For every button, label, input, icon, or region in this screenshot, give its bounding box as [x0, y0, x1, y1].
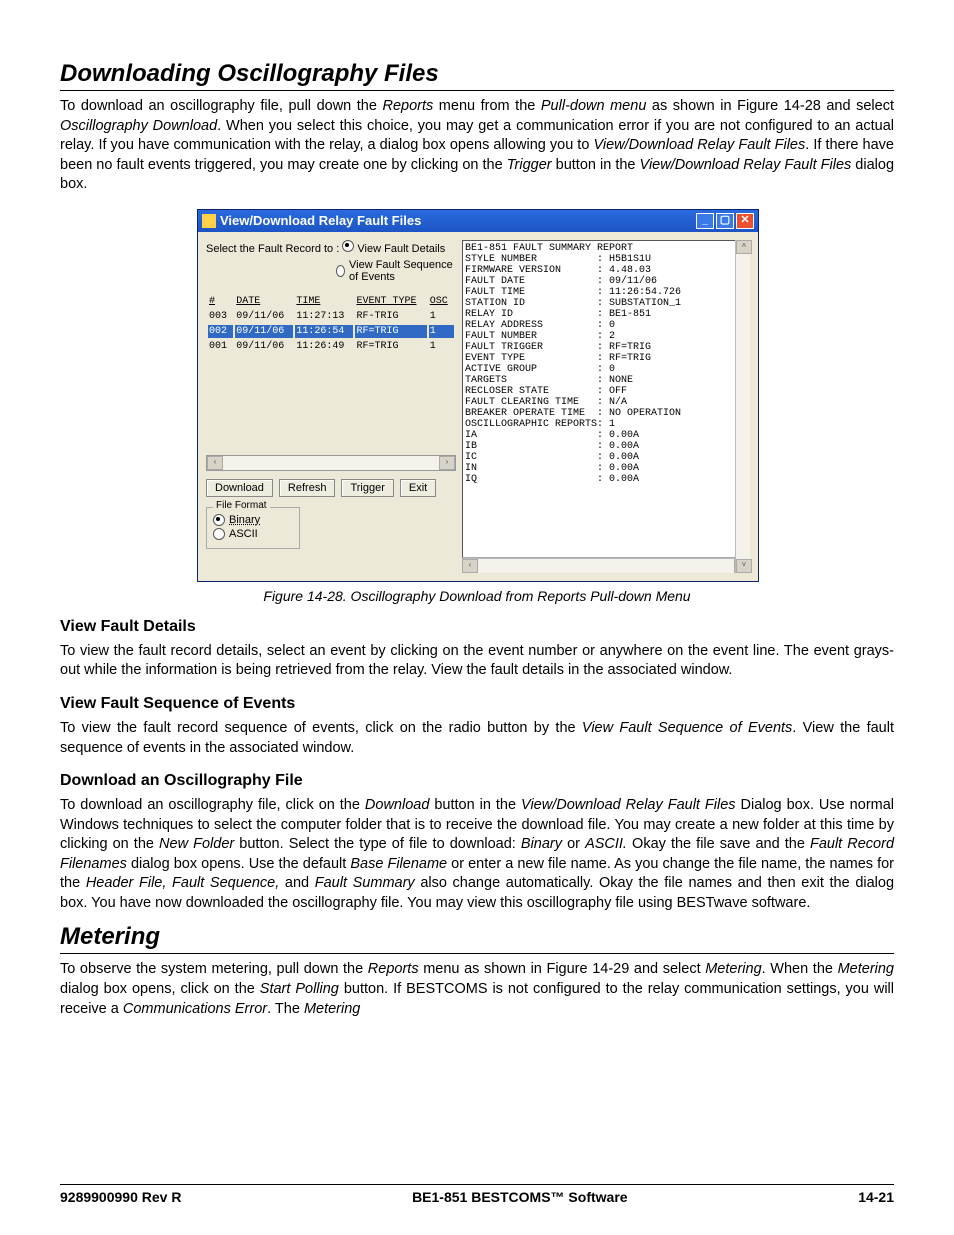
left-hscrollbar[interactable]: ‹ ›: [206, 455, 456, 471]
radio-view-details[interactable]: [342, 240, 354, 252]
app-icon: [202, 214, 216, 228]
subhead-view-fault-details: View Fault Details: [60, 618, 894, 636]
footer-left: 9289900990 Rev R: [60, 1189, 181, 1205]
subhead-view-fault-sequence: View Fault Sequence of Events: [60, 695, 894, 713]
select-record-label: Select the Fault Record to :: [206, 243, 339, 255]
scroll-up-icon[interactable]: ˄: [736, 240, 752, 254]
scroll-right-icon[interactable]: ›: [439, 456, 455, 470]
radio-ascii-label: ASCII: [229, 528, 258, 540]
col-num: #: [208, 295, 233, 308]
window-title: View/Download Relay Fault Files: [220, 213, 421, 228]
figure-caption: Figure 14-28. Oscillography Download fro…: [197, 588, 757, 604]
subhead-download-osc-file: Download an Oscillography File: [60, 772, 894, 790]
trigger-button[interactable]: Trigger: [341, 479, 393, 497]
heading-metering: Metering: [60, 923, 894, 954]
radio-view-sequence[interactable]: [336, 265, 345, 277]
refresh-button[interactable]: Refresh: [279, 479, 336, 497]
radio-ascii[interactable]: [213, 528, 225, 540]
titlebar: View/Download Relay Fault Files _ ▢ ✕: [198, 210, 758, 232]
exit-button[interactable]: Exit: [400, 479, 436, 497]
dof-paragraph: To download an oscillography file, click…: [60, 796, 894, 913]
close-button[interactable]: ✕: [736, 213, 754, 229]
vfd-paragraph: To view the fault record details, select…: [60, 642, 894, 681]
radio-view-details-label: View Fault Details: [357, 243, 445, 255]
table-row[interactable]: 00309/11/0611:27:13RF-TRIG1: [208, 310, 454, 323]
right-hscrollbar[interactable]: ‹ ›: [462, 558, 750, 573]
col-event: EVENT TYPE: [355, 295, 426, 308]
scroll-left-icon[interactable]: ‹: [207, 456, 223, 470]
col-date: DATE: [235, 295, 293, 308]
metering-paragraph: To observe the system metering, pull dow…: [60, 960, 894, 1019]
file-format-legend: File Format: [213, 500, 270, 511]
scroll-left-icon[interactable]: ‹: [462, 559, 478, 573]
dialog-window: View/Download Relay Fault Files _ ▢ ✕ Se…: [197, 209, 759, 582]
figure-14-28: View/Download Relay Fault Files _ ▢ ✕ Se…: [197, 209, 757, 604]
file-format-group: File Format Binary ASCII: [206, 507, 300, 549]
table-row[interactable]: 00109/11/0611:26:49RF=TRIG1: [208, 340, 454, 353]
scroll-down-icon[interactable]: ˅: [736, 559, 752, 573]
page-footer: 9289900990 Rev R BE1-851 BESTCOMS™ Softw…: [60, 1184, 894, 1205]
radio-binary-label: Binary: [229, 514, 260, 526]
download-button[interactable]: Download: [206, 479, 273, 497]
fault-summary-report: BE1-851 FAULT SUMMARY REPORT STYLE NUMBE…: [462, 240, 750, 558]
radio-binary[interactable]: [213, 514, 225, 526]
col-osc: OSC: [429, 295, 454, 308]
table-row[interactable]: 00209/11/0611:26:54RF=TRIG1: [208, 325, 454, 338]
col-time: TIME: [295, 295, 353, 308]
heading-download-osc: Downloading Oscillography Files: [60, 60, 894, 91]
footer-center: BE1-851 BESTCOMS™ Software: [412, 1189, 628, 1205]
maximize-button[interactable]: ▢: [716, 213, 734, 229]
fault-record-table: # DATE TIME EVENT TYPE OSC 00309/11/0611…: [206, 293, 456, 355]
minimize-button[interactable]: _: [696, 213, 714, 229]
vfse-paragraph: To view the fault record sequence of eve…: [60, 719, 894, 758]
intro-paragraph: To download an oscillography file, pull …: [60, 97, 894, 195]
radio-view-sequence-label: View Fault Sequence of Events: [349, 259, 456, 283]
footer-right: 14-21: [858, 1189, 894, 1205]
right-vscrollbar[interactable]: ˄ ˅: [735, 240, 750, 573]
